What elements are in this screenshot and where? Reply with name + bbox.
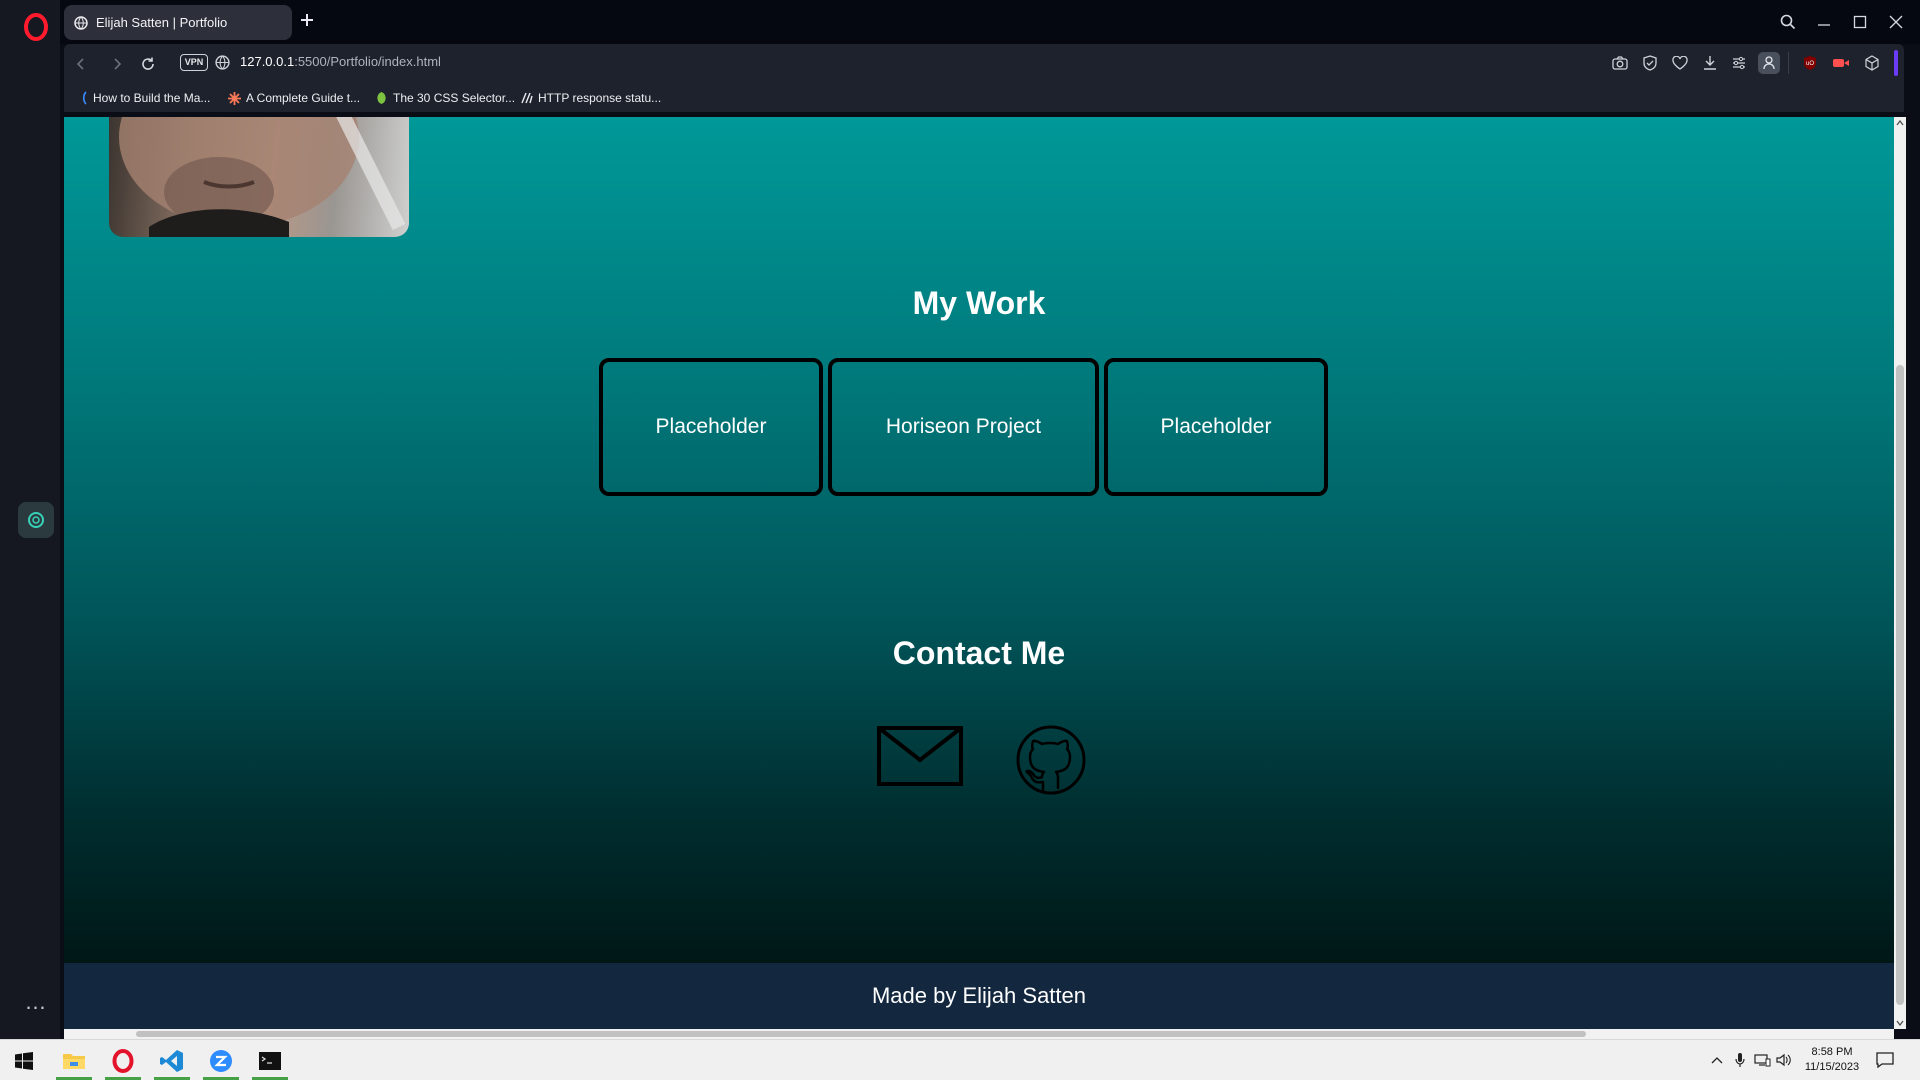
ad-blocker-shield-icon[interactable] <box>1640 53 1660 73</box>
bookmark-csstricks-icon <box>228 91 241 105</box>
easy-setup-icon[interactable] <box>1729 53 1749 73</box>
close-window-button[interactable] <box>1884 10 1908 34</box>
bookmark-label: A Complete Guide t... <box>246 91 361 105</box>
ublock-origin-icon[interactable]: uO <box>1800 53 1820 73</box>
project-card-placeholder-2[interactable]: Placeholder <box>1104 358 1328 496</box>
clock[interactable]: 8:58 PM 11/15/2023 <box>1796 1045 1868 1075</box>
opera-icon[interactable] <box>101 1042 145 1080</box>
github-icon[interactable] <box>1015 724 1087 796</box>
clock-date: 11/15/2023 <box>1804 1061 1860 1073</box>
microphone-icon[interactable] <box>1731 1051 1749 1069</box>
aria-assistant-icon[interactable] <box>18 502 54 538</box>
tab-strip: Elijah Satten | Portfolio <box>60 0 1920 44</box>
zoom-icon[interactable] <box>199 1042 243 1080</box>
globe-favicon-icon <box>74 15 88 30</box>
project-card-label: Placeholder <box>655 415 767 438</box>
url-host: 127.0.0.1 <box>240 54 295 69</box>
show-hidden-icons-chevron-icon[interactable] <box>1708 1051 1726 1069</box>
project-card-placeholder-1[interactable]: Placeholder <box>599 358 823 496</box>
volume-icon[interactable] <box>1775 1051 1793 1069</box>
forward-button[interactable] <box>106 53 128 75</box>
notifications-icon[interactable] <box>1876 1051 1894 1069</box>
favorite-heart-icon[interactable] <box>1670 53 1690 73</box>
scroll-down-arrow-icon[interactable] <box>1896 1020 1904 1026</box>
address-toolbar: VPN 127.0.0.1:5500/Portfolio/index.html … <box>64 44 1904 82</box>
bookmark-item[interactable]: How to Build the Ma... <box>80 89 210 107</box>
reload-button[interactable] <box>137 53 159 75</box>
project-card-horiseon[interactable]: Horiseon Project <box>828 358 1099 496</box>
toolbar-divider <box>1788 52 1789 74</box>
snapshot-camera-icon[interactable] <box>1610 53 1630 73</box>
windows-start-icon[interactable] <box>2 1042 46 1080</box>
bookmark-item[interactable]: The 30 CSS Selector... <box>375 89 515 107</box>
search-tabs-icon[interactable] <box>1776 10 1800 34</box>
sidebar-more-button[interactable]: … <box>22 991 50 1015</box>
terminal-icon[interactable] <box>248 1042 292 1080</box>
sidebar-accent-bar <box>1894 50 1898 76</box>
project-card-label: Placeholder <box>1160 415 1272 438</box>
project-card-label: Horiseon Project <box>885 415 1042 438</box>
address-bar-url[interactable]: 127.0.0.1:5500/Portfolio/index.html <box>240 54 441 69</box>
vertical-scrollbar[interactable] <box>1894 117 1906 1029</box>
site-info-globe-icon[interactable] <box>215 55 230 70</box>
bookmark-item[interactable]: A Complete Guide t... <box>228 89 360 107</box>
bookmark-tutsplus-icon <box>377 92 386 104</box>
bookmark-label: How to Build the Ma... <box>93 91 211 105</box>
network-icon[interactable] <box>1753 1051 1771 1069</box>
bookmark-freecodecamp-icon <box>82 91 87 105</box>
windows-taskbar: 8:58 PM 11/15/2023 <box>0 1039 1920 1080</box>
back-button[interactable] <box>70 53 92 75</box>
page-viewport: My Work Placeholder Horiseon Project Pla… <box>64 117 1894 963</box>
my-work-heading: My Work <box>912 285 1046 321</box>
bookmark-label: HTTP response statu... <box>538 91 662 105</box>
contact-me-heading: Contact Me <box>892 635 1066 671</box>
horizontal-scrollbar[interactable] <box>64 1029 1894 1039</box>
minimize-button[interactable] <box>1812 10 1836 34</box>
opera-logo-icon[interactable] <box>23 13 49 41</box>
maximize-button[interactable] <box>1848 10 1872 34</box>
horizontal-scroll-thumb[interactable] <box>136 1031 1586 1037</box>
bookmark-label: The 30 CSS Selector... <box>393 91 516 105</box>
new-tab-button[interactable] <box>296 11 318 33</box>
scroll-up-arrow-icon[interactable] <box>1896 120 1904 126</box>
svg-text:uO: uO <box>1806 61 1814 67</box>
vpn-badge[interactable]: VPN <box>180 54 208 71</box>
profile-icon[interactable] <box>1758 52 1780 74</box>
vertical-scroll-thumb[interactable] <box>1896 365 1904 1005</box>
bookmark-mdn-icon <box>521 92 533 104</box>
opera-sidebar: … <box>0 0 60 1039</box>
url-path: :5500/Portfolio/index.html <box>294 54 441 69</box>
tab-title: Elijah Satten | Portfolio <box>96 15 228 30</box>
file-explorer-icon[interactable] <box>52 1042 96 1080</box>
bookmarks-bar: How to Build the Ma... A Complete Guide … <box>64 82 1904 112</box>
bookmark-item[interactable]: HTTP response statu... <box>521 89 661 107</box>
tab-portfolio[interactable]: Elijah Satten | Portfolio <box>64 5 292 40</box>
profile-photo <box>109 117 409 237</box>
vscode-icon[interactable] <box>150 1042 194 1080</box>
footer-credit: Made by Elijah Satten <box>871 983 1087 1008</box>
extensions-cube-icon[interactable] <box>1862 53 1882 73</box>
clock-time: 8:58 PM <box>1811 1046 1853 1058</box>
page-footer: Made by Elijah Satten <box>64 963 1894 1029</box>
download-icon[interactable] <box>1700 53 1720 73</box>
email-icon[interactable] <box>877 726 963 786</box>
screen-recorder-icon[interactable] <box>1831 53 1851 73</box>
